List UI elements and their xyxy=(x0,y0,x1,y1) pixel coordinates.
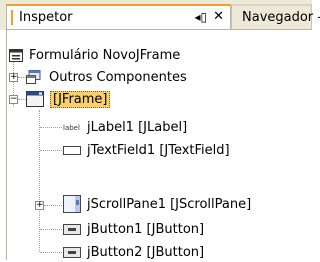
svg-text:label: label xyxy=(63,124,80,132)
form-icon xyxy=(9,48,23,62)
tab-inspector-label: Inspetor xyxy=(19,10,73,25)
tab-navigator-label: Navegador - xyxy=(242,10,320,25)
tab-bar: Inspetor ◂▯ ✕ Navegador - xyxy=(0,0,320,30)
tab-navigator[interactable]: Navegador - xyxy=(231,4,320,29)
tree-connector xyxy=(18,99,26,100)
tree-other-components-label: Outros Componentes xyxy=(49,69,187,85)
label-icon: label xyxy=(63,122,81,132)
tree-node-jlabel1[interactable]: label jLabel1 [JLabel] xyxy=(63,117,187,137)
tree-child-label: jTextField1 [JTextField] xyxy=(87,142,230,158)
tree-root-label: Formulário NovoJFrame xyxy=(29,47,181,63)
components-icon xyxy=(26,69,43,85)
button-icon xyxy=(63,246,81,258)
tab-grip xyxy=(11,10,13,25)
float-icon[interactable]: ◂▯ xyxy=(194,10,207,24)
tree-connector xyxy=(18,77,26,78)
tree-connector xyxy=(39,110,40,252)
expand-toggle-icon[interactable]: + xyxy=(35,201,44,210)
tree-connector xyxy=(40,252,62,253)
inspector-tree: Formulário NovoJFrame + Outros Component… xyxy=(6,30,312,260)
collapse-toggle-icon[interactable]: − xyxy=(9,95,18,104)
tree-connector xyxy=(44,205,62,206)
button-icon xyxy=(63,223,81,235)
scrollpane-icon xyxy=(63,195,81,213)
tree-root-node[interactable]: Formulário NovoJFrame xyxy=(9,45,180,65)
tree-node-jbutton1[interactable]: jButton1 [JButton] xyxy=(63,219,204,239)
tab-inspector[interactable]: Inspetor ◂▯ ✕ xyxy=(6,4,231,29)
tree-child-label: jButton1 [JButton] xyxy=(87,221,205,237)
tree-node-jframe[interactable]: [JFrame] xyxy=(26,89,111,109)
tree-node-jbutton2[interactable]: jButton2 [JButton] xyxy=(63,242,204,262)
tree-jframe-label: [JFrame] xyxy=(50,90,111,108)
tree-connector xyxy=(40,127,62,128)
close-icon[interactable]: ✕ xyxy=(213,10,224,24)
textfield-icon xyxy=(63,145,81,155)
tree-child-label: jScrollPane1 [JScrollPane] xyxy=(87,196,252,212)
tree-connector xyxy=(40,229,62,230)
frame-icon xyxy=(26,91,44,107)
tree-node-other-components[interactable]: Outros Componentes xyxy=(26,67,187,87)
tree-child-label: jButton2 [JButton] xyxy=(87,244,205,260)
tree-child-label: jLabel1 [JLabel] xyxy=(87,119,188,135)
tree-node-jtextfield1[interactable]: jTextField1 [JTextField] xyxy=(63,140,230,160)
tree-connector xyxy=(40,150,62,151)
expand-toggle-icon[interactable]: + xyxy=(9,73,18,82)
tree-node-jscrollpane1[interactable]: jScrollPane1 [JScrollPane] xyxy=(63,194,251,214)
